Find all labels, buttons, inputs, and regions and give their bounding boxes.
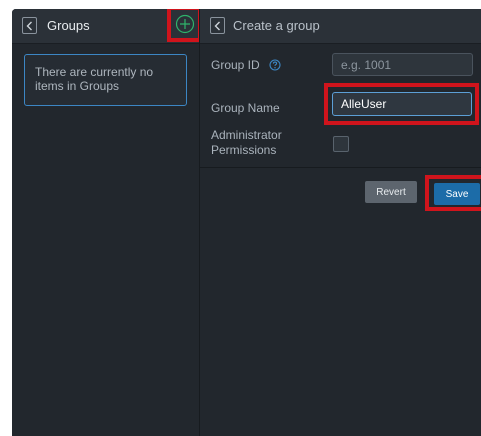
- group-name-label: Group Name: [211, 101, 280, 115]
- group-name-input[interactable]: [332, 92, 472, 116]
- question-circle-icon[interactable]: [269, 59, 281, 71]
- group-name-highlight: [324, 83, 479, 125]
- groups-back-button[interactable]: [22, 17, 37, 34]
- admin-permissions-checkbox[interactable]: [333, 136, 349, 152]
- create-group-header: Create a group: [200, 9, 481, 44]
- revert-button[interactable]: Revert: [365, 181, 417, 203]
- create-group-panel: Create a group Group ID Group Name Admin…: [200, 9, 481, 436]
- chevron-left-icon: [214, 21, 220, 30]
- group-id-label-row: Group ID: [211, 58, 281, 73]
- plus-circle-icon: [175, 14, 194, 34]
- groups-title: Groups: [47, 18, 90, 33]
- group-id-label: Group ID: [211, 58, 260, 72]
- groups-header: Groups: [12, 9, 202, 44]
- add-group-button[interactable]: [167, 9, 202, 42]
- groups-panel: Groups There are currently no items in G…: [12, 9, 202, 436]
- empty-groups-message: There are currently no items in Groups: [24, 54, 187, 106]
- group-id-input[interactable]: [332, 53, 473, 76]
- save-button[interactable]: Save: [434, 183, 480, 205]
- create-group-title: Create a group: [233, 18, 320, 33]
- chevron-left-icon: [26, 21, 32, 30]
- admin-permissions-label: Administrator Permissions: [211, 128, 282, 157]
- save-highlight: Save: [425, 175, 481, 211]
- form-divider: [200, 167, 481, 168]
- create-group-back-button[interactable]: [210, 17, 225, 34]
- app-window: Groups There are currently no items in G…: [12, 9, 481, 436]
